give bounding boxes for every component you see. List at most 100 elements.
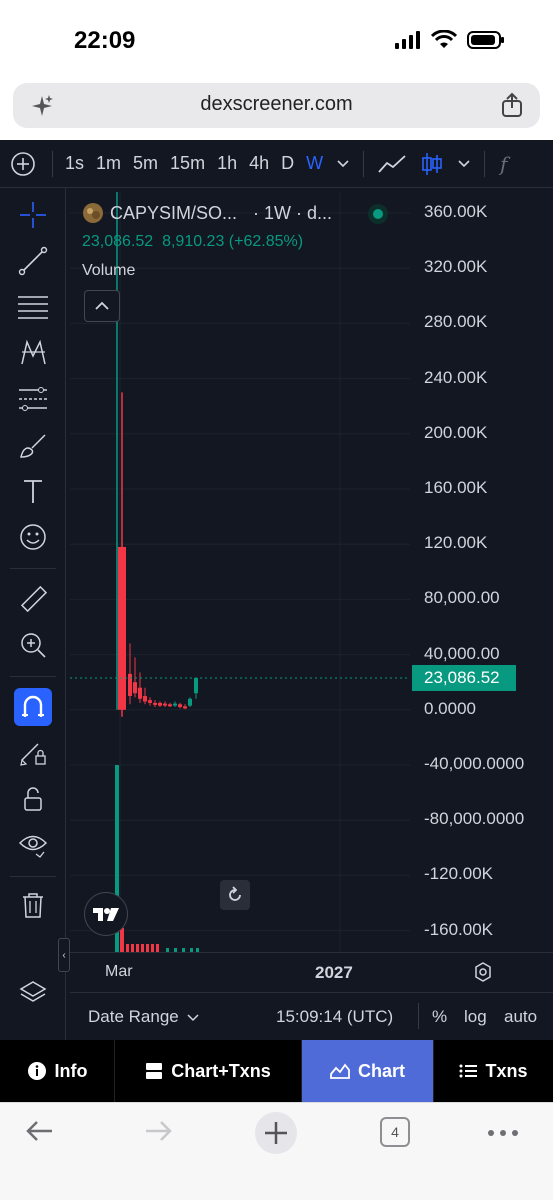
- plus-circle-icon: [11, 151, 35, 176]
- browser-bottom-toolbar: 4: [0, 1102, 553, 1200]
- crosshair-icon[interactable]: [14, 196, 52, 234]
- new-tab-button[interactable]: [254, 1111, 298, 1160]
- price-axis-label: -40,000.0000: [424, 754, 525, 773]
- time-axis[interactable]: Mar 2027: [70, 952, 553, 990]
- back-arrow-icon[interactable]: [24, 1115, 56, 1152]
- status-bar: 22:09: [0, 0, 553, 78]
- line-chart-icon[interactable]: [370, 153, 414, 175]
- trend-line-icon[interactable]: [14, 242, 52, 280]
- status-time: 22:09: [74, 27, 136, 54]
- chart-plot-area[interactable]: [70, 192, 410, 952]
- chevron-down-icon: [187, 1014, 199, 1022]
- toolbar-divider: [363, 150, 365, 177]
- add-symbol-button[interactable]: [0, 151, 46, 177]
- date-range-button[interactable]: Date Range: [88, 1007, 199, 1027]
- fib-retracement-icon[interactable]: [14, 288, 52, 326]
- chart-type-dropdown-icon[interactable]: [450, 159, 478, 169]
- price-axis[interactable]: -160.00K -120.00K -80,000.0000 -40,000.0000…: [410, 192, 553, 952]
- price-axis-label: -160.00K: [424, 919, 493, 939]
- prediction-icon[interactable]: [14, 380, 52, 418]
- info-tab-label: Info: [54, 1060, 88, 1081]
- pattern-icon[interactable]: [14, 334, 52, 372]
- brush-icon[interactable]: [14, 426, 52, 464]
- layers-icon[interactable]: [14, 974, 52, 1012]
- timeframe-15m[interactable]: 15m: [164, 153, 211, 174]
- unlock-icon[interactable]: [14, 780, 52, 818]
- time-label-2027: 2027: [315, 963, 353, 982]
- address-bar[interactable]: dexscreener.com: [13, 83, 540, 128]
- eye-icon[interactable]: [14, 826, 52, 864]
- lock-drawing-icon[interactable]: [14, 734, 52, 772]
- toolbar-divider: [52, 150, 53, 177]
- url-text[interactable]: dexscreener.com: [13, 93, 540, 116]
- drawing-toolbar: [0, 188, 66, 1040]
- price-axis-label: -120.00K: [424, 864, 493, 884]
- candlestick-chart[interactable]: [70, 192, 410, 952]
- tools-divider: [10, 568, 56, 569]
- symbol-name: CAPYSIM/SO...: [110, 202, 238, 223]
- chart-txns-tab[interactable]: Chart+Txns: [115, 1040, 302, 1102]
- time-label-mar: Mar: [105, 963, 133, 980]
- percent-toggle[interactable]: %: [432, 1007, 447, 1027]
- chart-tab[interactable]: Chart: [302, 1040, 434, 1102]
- timeframe-1s[interactable]: 1s: [59, 153, 90, 174]
- price-axis-label: -80,000.0000: [424, 809, 525, 829]
- indicators-icon[interactable]: f: [491, 152, 525, 176]
- tradingview-logo[interactable]: [84, 892, 128, 936]
- trash-icon[interactable]: [14, 886, 52, 924]
- timeframe-w[interactable]: W: [300, 153, 329, 174]
- txns-tab[interactable]: Txns: [434, 1040, 553, 1102]
- candlestick-icon[interactable]: [414, 151, 450, 177]
- current-price-tag: 23,086.52: [412, 664, 516, 691]
- price-axis-label: 160.00K: [424, 478, 488, 497]
- collapse-legend-button[interactable]: [84, 290, 120, 322]
- timeframe-dropdown-icon[interactable]: [329, 159, 357, 169]
- utc-time[interactable]: 15:09:14 (UTC): [276, 1007, 393, 1027]
- timeframe-1m[interactable]: 1m: [90, 153, 127, 174]
- info-tab[interactable]: Info: [0, 1040, 115, 1102]
- reset-chart-button[interactable]: [220, 880, 250, 910]
- text-icon[interactable]: [14, 472, 52, 510]
- price-axis-label: 360.00K: [424, 202, 488, 221]
- magnet-icon[interactable]: [14, 688, 52, 726]
- ruler-icon[interactable]: [14, 580, 52, 618]
- share-icon[interactable]: [500, 92, 524, 123]
- volume-label[interactable]: Volume: [82, 262, 135, 280]
- chart-tab-label: Chart: [357, 1060, 405, 1081]
- token-logo-icon: [83, 203, 103, 223]
- candle-body: [138, 687, 142, 699]
- tabs-button[interactable]: 4: [380, 1117, 410, 1147]
- timeframe-d[interactable]: D: [275, 153, 300, 174]
- timeframe-1h[interactable]: 1h: [211, 153, 243, 174]
- candle-body: [194, 677, 198, 694]
- timeframe-5m[interactable]: 5m: [127, 153, 164, 174]
- candle-body: [153, 702, 157, 705]
- emoji-icon[interactable]: [14, 518, 52, 556]
- cellular-signal-icon: [395, 31, 420, 49]
- price-axis-label: 280.00K: [424, 312, 488, 332]
- bottom-nav: Info Chart+Txns Chart Txns: [0, 1040, 553, 1102]
- expand-toolbar-handle[interactable]: ‹: [58, 938, 70, 972]
- candle-body: [183, 706, 187, 709]
- auto-toggle[interactable]: auto: [504, 1007, 537, 1027]
- settings-icon[interactable]: [472, 961, 494, 988]
- txns-tab-label: Txns: [485, 1060, 528, 1081]
- candle-body: [118, 546, 126, 710]
- candle-body: [178, 704, 182, 708]
- candle-body: [188, 698, 192, 706]
- candle-body: [158, 702, 162, 706]
- volume-bar: [136, 944, 139, 952]
- zoom-in-icon[interactable]: [14, 626, 52, 664]
- forward-arrow-icon[interactable]: [142, 1115, 174, 1152]
- log-toggle[interactable]: log: [464, 1007, 487, 1027]
- candle-body: [133, 682, 137, 694]
- timeframe-4h[interactable]: 4h: [243, 153, 275, 174]
- chart-toolbar: 1s 1m 5m 15m 1h 4h D W f: [0, 140, 553, 188]
- price-axis-label: 40,000.00: [424, 643, 500, 663]
- svg-text:f: f: [498, 152, 511, 176]
- more-options-icon[interactable]: [486, 1125, 520, 1143]
- volume-bar: [120, 927, 124, 952]
- chart-legend-title[interactable]: CAPYSIM/SO... · 1W · d...: [82, 202, 332, 224]
- list-icon: [459, 1064, 478, 1078]
- wifi-icon: [431, 30, 457, 48]
